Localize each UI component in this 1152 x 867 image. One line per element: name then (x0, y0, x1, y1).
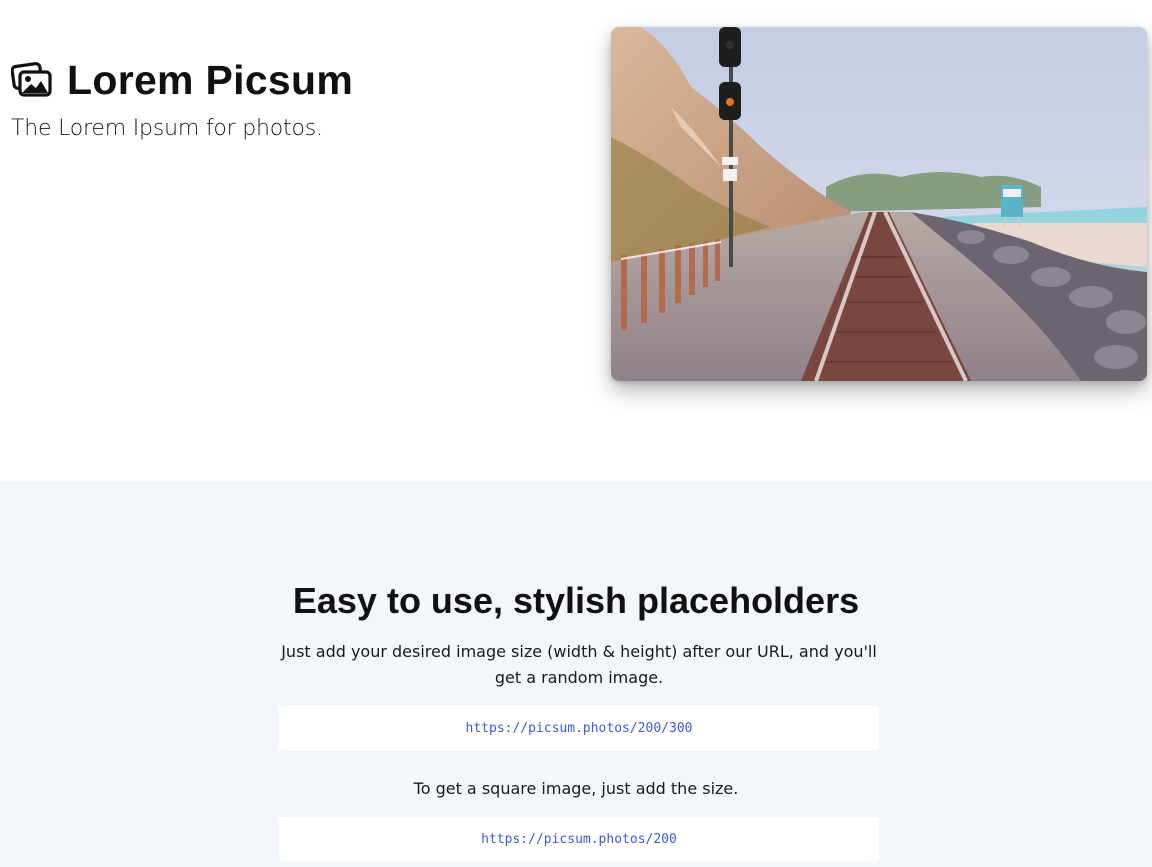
square-image-instruction: To get a square image, just add the size… (413, 779, 739, 798)
tagline: The Lorem Ipsum for photos. (11, 116, 323, 141)
images-icon (10, 62, 53, 98)
example-url-square[interactable]: https://picsum.photos/200 (481, 832, 677, 847)
section-heading: Easy to use, stylish placeholders (292, 580, 860, 621)
example-url-box: https://picsum.photos/200/300 (279, 706, 879, 750)
site-title: Lorem Picsum (67, 57, 354, 103)
example-url-box-square: https://picsum.photos/200 (279, 817, 879, 861)
features-section: Easy to use, stylish placeholders Just a… (0, 481, 1152, 867)
brand: Lorem Picsum (10, 57, 354, 103)
example-url-width-height[interactable]: https://picsum.photos/200/300 (466, 721, 693, 736)
hero-photo (611, 27, 1147, 381)
section-description: Just add your desired image size (width … (281, 642, 877, 687)
hero-section: Lorem Picsum The Lorem Ipsum for photos. (0, 0, 1152, 481)
